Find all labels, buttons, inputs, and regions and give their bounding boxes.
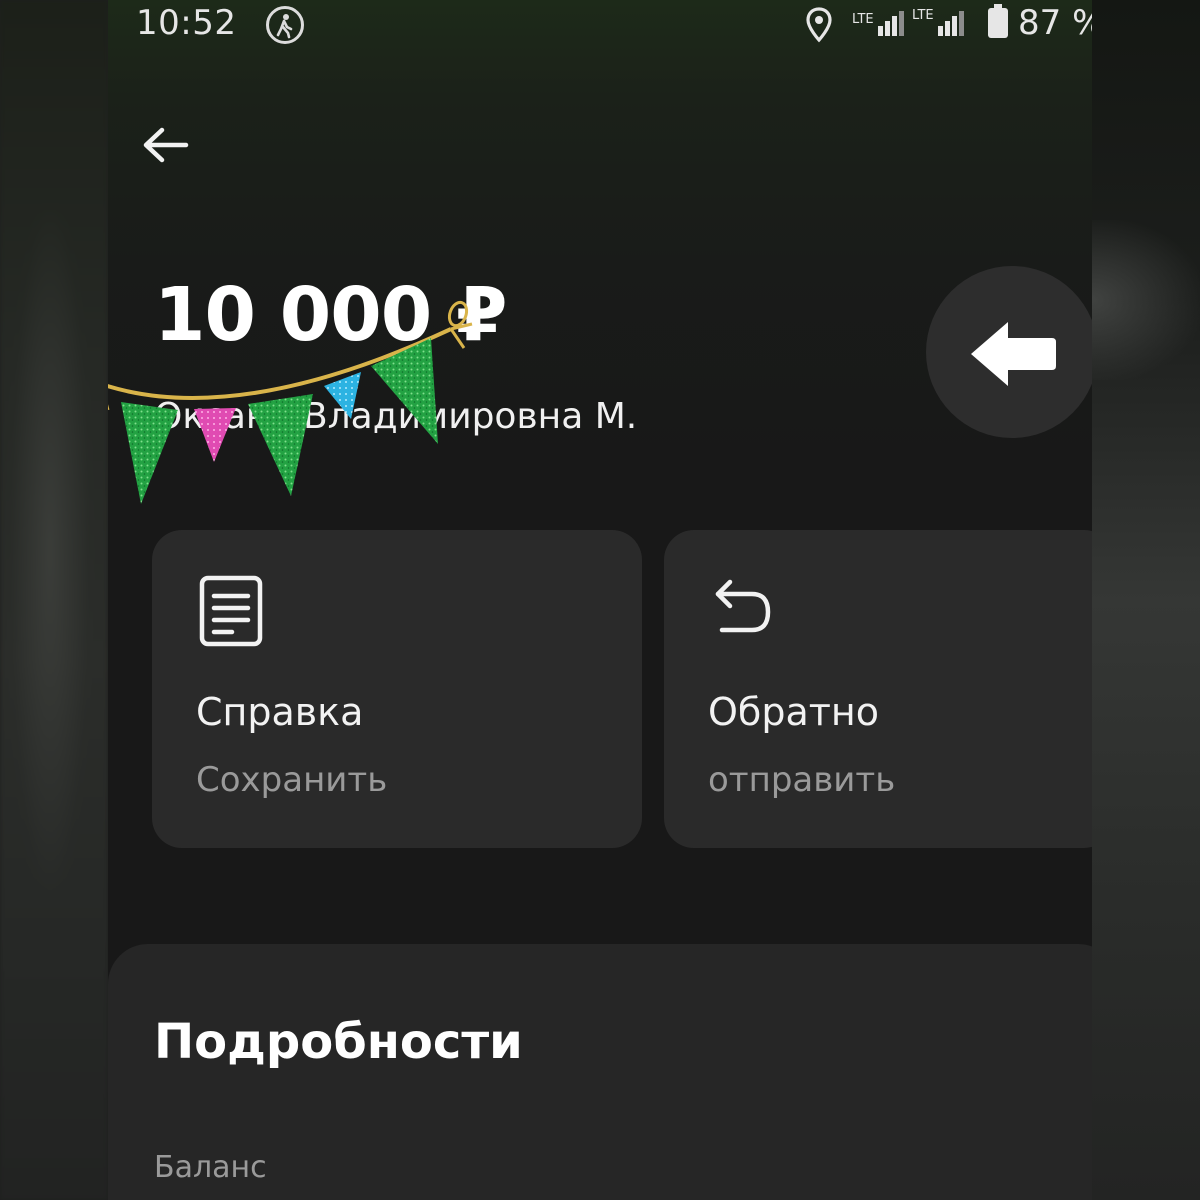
balance-label: Баланс [154, 1150, 267, 1185]
send-back-card[interactable]: Обратно отправить [664, 530, 1092, 848]
arrow-left-icon [143, 127, 189, 163]
certificate-card-subtitle: Сохранить [196, 760, 388, 800]
network-type-2: LTE [912, 8, 934, 23]
certificate-card[interactable]: Справка Сохранить [152, 530, 642, 848]
battery-icon [988, 4, 1008, 38]
blurred-frame-left [0, 0, 108, 1200]
signal-icon [938, 10, 972, 40]
battery-level: 87 % [1018, 3, 1092, 43]
undo-arrow-icon [710, 574, 774, 642]
phone-screen: 10:52 LTE LTE 87 10 000 ₽ Оксана Владими… [108, 0, 1092, 1200]
status-time: 10:52 [136, 3, 237, 43]
walking-person-icon [266, 6, 304, 44]
arrow-left-incoming-icon [971, 322, 1056, 386]
bunting-garland-sticker [108, 300, 473, 504]
network-type-1: LTE [852, 12, 874, 27]
back-button[interactable] [138, 118, 198, 178]
signal-icon [878, 10, 908, 40]
blurred-frame-right [1092, 0, 1200, 1200]
document-icon [198, 574, 264, 652]
details-panel: Подробности Баланс [108, 944, 1092, 1200]
send-back-card-subtitle: отправить [708, 760, 896, 800]
status-bar: 10:52 LTE LTE 87 [108, 0, 1092, 50]
certificate-card-title: Справка [196, 690, 364, 734]
incoming-transfer-badge [926, 266, 1092, 438]
details-title: Подробности [154, 1014, 523, 1070]
location-pin-icon [804, 6, 834, 48]
send-back-card-title: Обратно [708, 690, 879, 734]
